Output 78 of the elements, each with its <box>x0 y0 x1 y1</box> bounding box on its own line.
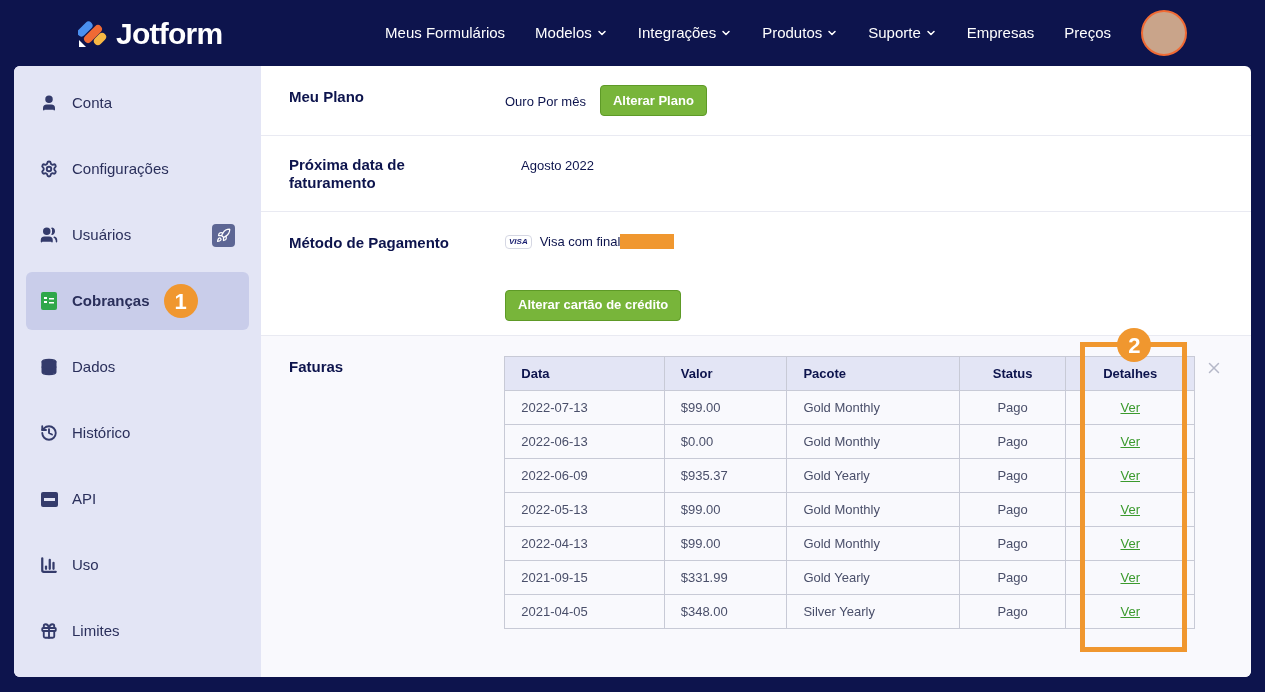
column-header: Status <box>959 356 1066 391</box>
view-link[interactable]: Ver <box>1120 501 1140 517</box>
nav-link[interactable]: Suporte <box>868 21 937 45</box>
nav-link[interactable]: Empresas <box>966 21 1035 45</box>
visa-card-icon: VISA <box>505 234 532 249</box>
card-description: Visa com final <box>539 233 621 251</box>
database-icon <box>40 358 58 376</box>
sidebar-item[interactable]: Cobranças 1 <box>26 272 249 330</box>
sidebar-item[interactable]: Histórico <box>26 404 249 462</box>
section-label: Meu Plano <box>289 87 365 107</box>
sidebar-item[interactable]: Dados <box>26 338 249 396</box>
gift-icon <box>40 622 58 640</box>
rocket-icon[interactable] <box>212 223 235 247</box>
view-link[interactable]: Ver <box>1120 433 1140 449</box>
table-cell: Pago <box>959 560 1066 595</box>
sidebar-item[interactable]: Usuários <box>26 206 249 264</box>
api-icon <box>40 491 58 507</box>
users-icon <box>40 226 58 244</box>
section-label: Faturas <box>289 357 345 377</box>
table-cell: 2022-05-13 <box>504 492 665 527</box>
table-cell: 2021-09-15 <box>504 560 665 595</box>
sidebar-item[interactable]: API <box>26 470 249 528</box>
table-cell: 2022-04-13 <box>504 526 665 561</box>
table-cell: Gold Monthly <box>786 492 960 527</box>
table-cell: $99.00 <box>664 526 787 561</box>
plan-value: Ouro Por mês <box>505 93 586 111</box>
sidebar-item[interactable]: Configurações <box>26 140 249 198</box>
view-link[interactable]: Ver <box>1120 467 1140 483</box>
view-link[interactable]: Ver <box>1120 399 1140 415</box>
view-link[interactable]: Ver <box>1120 535 1140 551</box>
table-cell: $331.99 <box>664 560 787 595</box>
nav-link[interactable]: Meus Formulários <box>385 21 506 45</box>
table-cell: Gold Monthly <box>786 424 960 459</box>
settings-icon <box>40 160 58 178</box>
view-link[interactable]: Ver <box>1120 603 1140 619</box>
table-cell: Pago <box>959 424 1066 459</box>
sidebar-item[interactable]: Conta <box>26 74 249 132</box>
logo-wordmark[interactable]: Jotform <box>116 10 223 56</box>
table-cell: Pago <box>959 458 1066 493</box>
avatar[interactable] <box>1141 10 1187 56</box>
table-cell: 2022-06-13 <box>504 424 665 459</box>
table-cell: $99.00 <box>664 390 787 425</box>
table-cell: Pago <box>959 526 1066 561</box>
sidebar-item[interactable]: Limites <box>26 602 249 660</box>
table-cell: Silver Yearly <box>786 594 960 629</box>
table-cell: $935.37 <box>664 458 787 493</box>
billing-date-value: Agosto 2022 <box>521 157 594 175</box>
nav-link[interactable]: Modelos <box>535 21 608 45</box>
table-cell: $0.00 <box>664 424 787 459</box>
logo-icon <box>78 18 108 48</box>
table-cell: Gold Monthly <box>786 390 960 425</box>
table-cell: Pago <box>959 492 1066 527</box>
table-cell: $99.00 <box>664 492 787 527</box>
column-header: Valor <box>664 356 787 391</box>
sidebar-item[interactable]: Uso <box>26 536 249 594</box>
table-cell: 2021-04-05 <box>504 594 665 629</box>
billing-icon <box>41 292 57 310</box>
person-icon <box>40 94 58 112</box>
callout-number: 1 <box>163 284 198 318</box>
table-cell: 2022-07-13 <box>504 390 665 425</box>
table-cell: $348.00 <box>664 594 787 629</box>
table-cell: Pago <box>959 390 1066 425</box>
table-cell: 2022-06-09 <box>504 458 665 493</box>
table-cell: Gold Yearly <box>786 458 960 493</box>
table-cell: Gold Monthly <box>786 526 960 561</box>
bar-chart-icon <box>40 556 58 574</box>
nav-link[interactable]: Integrações <box>637 21 733 45</box>
table-cell: Pago <box>959 594 1066 629</box>
callout-number: 2 <box>1117 328 1152 362</box>
column-header: Pacote <box>786 356 960 391</box>
nav-link[interactable]: Preços <box>1064 21 1111 45</box>
history-icon <box>40 424 58 442</box>
view-link[interactable]: Ver <box>1120 569 1140 585</box>
column-header: Data <box>504 356 665 391</box>
section-label: Próxima data de faturamento <box>289 156 406 193</box>
nav-link[interactable]: Produtos <box>762 21 839 45</box>
table-cell: Gold Yearly <box>786 560 960 595</box>
section-label: Método de Pagamento <box>289 233 450 253</box>
